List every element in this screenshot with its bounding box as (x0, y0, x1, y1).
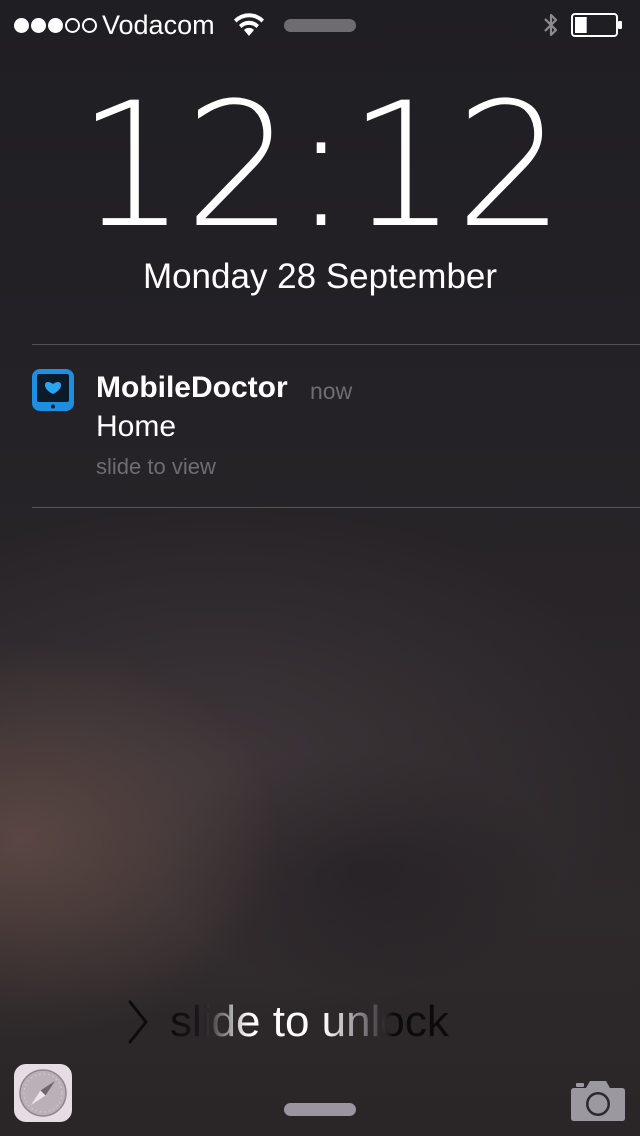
signal-dot-empty (65, 17, 80, 33)
battery-icon (571, 13, 622, 37)
notification-center-grabber[interactable] (284, 19, 356, 32)
lock-screen-date: Monday 28 September (142, 257, 498, 296)
control-center-grabber[interactable] (284, 1103, 356, 1116)
notification-message: Home (96, 410, 177, 443)
notification-action-hint: slide to view (96, 454, 216, 479)
notification-item[interactable]: MobileDoctor now Home slide to view (0, 345, 640, 507)
carrier-name: Vodacom (102, 10, 215, 40)
status-bar: Vodacom (0, 0, 640, 50)
signal-dot-filled (48, 17, 63, 33)
notification-app-name: MobileDoctor (96, 371, 288, 404)
signal-dot-filled (14, 17, 29, 33)
notification-timestamp: now (310, 378, 353, 404)
signal-dot-empty (82, 17, 97, 33)
wifi-icon (234, 13, 264, 36)
lock-screen-clock: 12:12 (77, 65, 565, 266)
bluetooth-icon (544, 13, 558, 37)
notification-divider-bottom (32, 507, 640, 508)
chevron-right-icon (128, 1000, 148, 1044)
slide-to-unlock-slider[interactable]: slide to unlock (126, 994, 449, 1050)
mobiledoctor-app-icon (32, 369, 74, 411)
signal-strength-indicator (14, 15, 99, 35)
signal-dot-filled (31, 17, 46, 33)
slide-to-unlock-label: slide to unlock (170, 997, 449, 1046)
camera-icon[interactable] (570, 1078, 626, 1122)
safari-compass-icon[interactable] (14, 1064, 72, 1122)
